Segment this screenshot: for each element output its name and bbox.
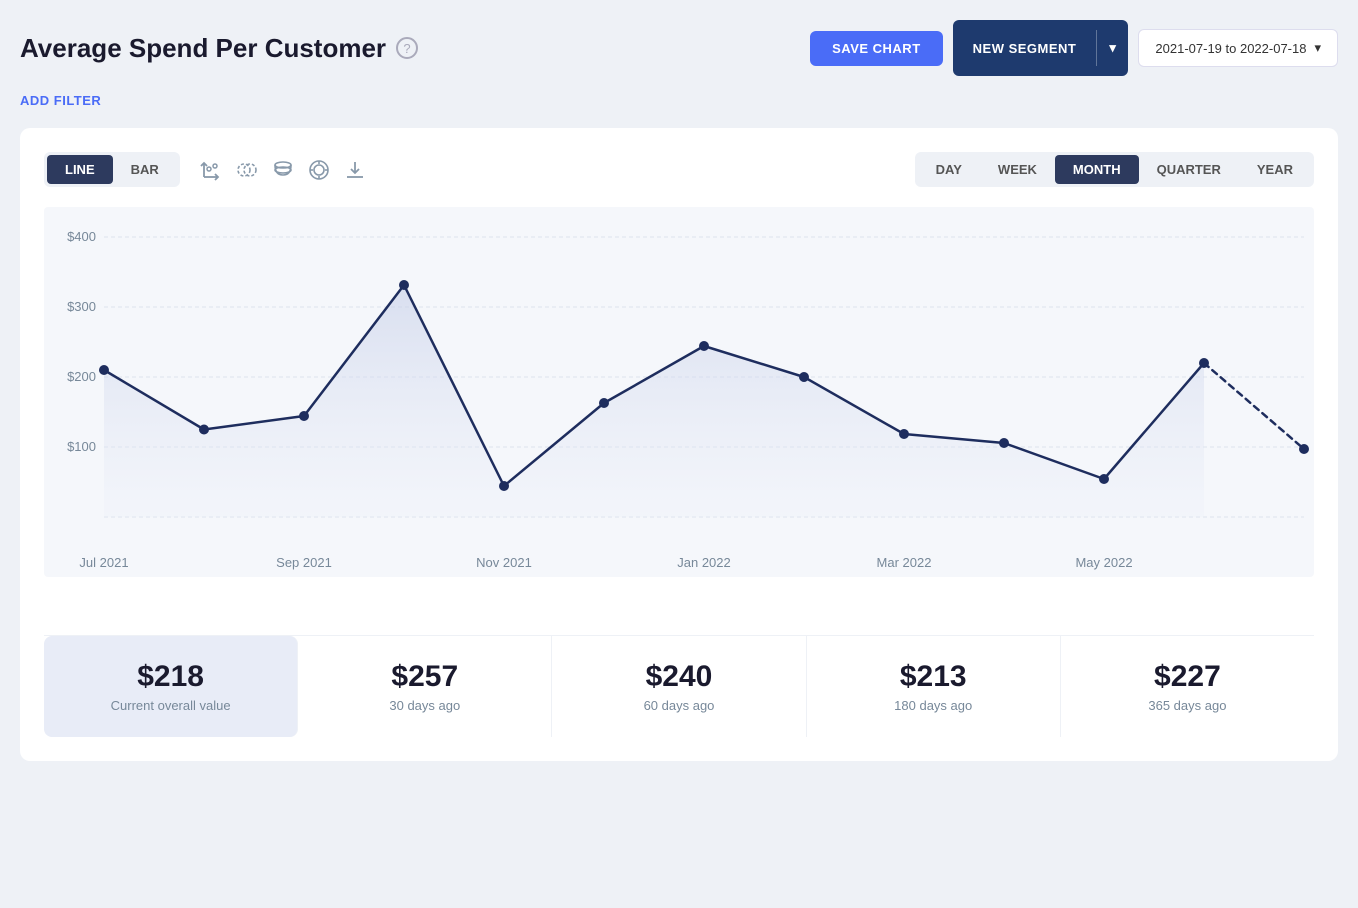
stat-180d-value: $213 xyxy=(827,660,1040,694)
page-container: Average Spend Per Customer ? SAVE CHART … xyxy=(20,20,1338,761)
help-icon[interactable]: ? xyxy=(396,37,418,59)
time-tab-year[interactable]: YEAR xyxy=(1239,155,1311,184)
time-tab-week[interactable]: WEEK xyxy=(980,155,1055,184)
svg-text:May 2022: May 2022 xyxy=(1075,555,1132,570)
stat-current: $218 Current overall value xyxy=(44,636,298,737)
target-icon[interactable] xyxy=(308,159,330,181)
stats-row: $218 Current overall value $257 30 days … xyxy=(44,635,1314,737)
chart-area: $400 $300 $200 $100 xyxy=(44,207,1314,607)
time-tab-day[interactable]: DAY xyxy=(918,155,980,184)
stat-60d: $240 60 days ago xyxy=(552,636,806,737)
time-tab-quarter[interactable]: QUARTER xyxy=(1139,155,1239,184)
segment-chevron-icon[interactable]: ▾ xyxy=(1096,30,1128,66)
stat-current-label: Current overall value xyxy=(64,698,277,713)
date-range-label: 2021-07-19 to 2022-07-18 xyxy=(1155,41,1306,56)
chart-tab-line[interactable]: LINE xyxy=(47,155,113,184)
stat-30d: $257 30 days ago xyxy=(298,636,552,737)
header-actions: SAVE CHART NEW SEGMENT ▾ 2021-07-19 to 2… xyxy=(810,20,1338,76)
svg-text:$200: $200 xyxy=(67,369,96,384)
svg-text:$300: $300 xyxy=(67,299,96,314)
stat-365d-label: 365 days ago xyxy=(1081,698,1294,713)
date-range-chevron-icon: ▾ xyxy=(1314,40,1321,56)
page-title: Average Spend Per Customer xyxy=(20,33,386,64)
overlap-icon[interactable] xyxy=(236,159,258,181)
stat-180d-label: 180 days ago xyxy=(827,698,1040,713)
date-range-button[interactable]: 2021-07-19 to 2022-07-18 ▾ xyxy=(1138,29,1338,67)
svg-text:Jul 2021: Jul 2021 xyxy=(79,555,128,570)
chart-card: LINE BAR xyxy=(20,128,1338,761)
svg-text:$100: $100 xyxy=(67,439,96,454)
stat-180d: $213 180 days ago xyxy=(807,636,1061,737)
stat-365d: $227 365 days ago xyxy=(1061,636,1314,737)
save-chart-button[interactable]: SAVE CHART xyxy=(810,31,943,66)
axes-icon[interactable] xyxy=(200,159,222,181)
stat-current-value: $218 xyxy=(64,660,277,694)
stack-icon[interactable] xyxy=(272,159,294,181)
header: Average Spend Per Customer ? SAVE CHART … xyxy=(20,20,1338,76)
time-period-tabs: DAY WEEK MONTH QUARTER YEAR xyxy=(915,152,1314,187)
chart-tab-bar[interactable]: BAR xyxy=(113,155,177,184)
svg-text:Nov 2021: Nov 2021 xyxy=(476,555,532,570)
chart-controls: LINE BAR xyxy=(44,152,1314,187)
add-filter-link[interactable]: ADD FILTER xyxy=(20,93,101,108)
svg-text:Mar 2022: Mar 2022 xyxy=(877,555,932,570)
stat-60d-label: 60 days ago xyxy=(572,698,785,713)
time-tab-month[interactable]: MONTH xyxy=(1055,155,1139,184)
new-segment-button[interactable]: NEW SEGMENT ▾ xyxy=(953,20,1129,76)
new-segment-label: NEW SEGMENT xyxy=(953,31,1097,66)
title-area: Average Spend Per Customer ? xyxy=(20,33,418,64)
svg-text:Jan 2022: Jan 2022 xyxy=(677,555,731,570)
chart-type-group: LINE BAR xyxy=(44,152,366,187)
download-icon[interactable] xyxy=(344,159,366,181)
line-chart-svg: $400 $300 $200 $100 xyxy=(44,207,1314,607)
stat-30d-value: $257 xyxy=(318,660,531,694)
chart-type-tabs: LINE BAR xyxy=(44,152,180,187)
stat-365d-value: $227 xyxy=(1081,660,1294,694)
svg-text:Sep 2021: Sep 2021 xyxy=(276,555,332,570)
stat-60d-value: $240 xyxy=(572,660,785,694)
stat-30d-label: 30 days ago xyxy=(318,698,531,713)
svg-text:$400: $400 xyxy=(67,229,96,244)
chart-icons xyxy=(200,159,366,181)
